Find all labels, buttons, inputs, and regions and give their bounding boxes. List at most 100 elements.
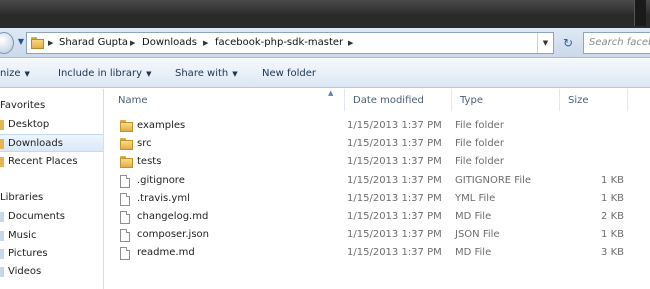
nav-item-label: Recent Places: [8, 156, 78, 167]
window-title-bar: [0, 0, 650, 28]
breadcrumb-chevron-icon[interactable]: ▶: [348, 33, 353, 53]
organize-label: nize: [0, 68, 21, 79]
file-type: File folder: [455, 138, 504, 150]
list-item[interactable]: readme.md 1/15/2013 1:37 PM MD File 3 KB: [108, 244, 628, 262]
nav-item-pictures[interactable]: Pictures: [0, 245, 103, 263]
list-item[interactable]: changelog.md 1/15/2013 1:37 PM MD File 2 KB: [108, 208, 628, 226]
nav-item-music[interactable]: Music: [0, 227, 103, 245]
nav-item-desktop[interactable]: Desktop: [0, 116, 103, 134]
title-bar-gloss: [0, 0, 650, 14]
file-name: readme.md: [137, 247, 195, 259]
organize-button[interactable]: nize ▼: [0, 59, 30, 88]
recent-places-icon: [0, 157, 4, 167]
nav-item-label: Desktop: [8, 119, 50, 130]
breadcrumb-sharad-gupta[interactable]: Sharad Gupta: [59, 33, 128, 53]
file-icon: [120, 174, 130, 188]
file-date-modified: 1/15/2013 1:37 PM: [347, 192, 442, 204]
address-toolbar: ▼ ▶ Sharad Gupta ▶ Downloads ▶ facebook-…: [0, 28, 650, 58]
breadcrumb-chevron-icon[interactable]: ▶: [203, 33, 208, 53]
chevron-down-icon: ▼: [24, 70, 30, 78]
list-item[interactable]: examples 1/15/2013 1:37 PM File folder: [108, 117, 628, 135]
column-header-name[interactable]: Name: [110, 89, 345, 111]
column-header-date-modified[interactable]: Date modified: [345, 89, 452, 111]
search-placeholder: Search facebo: [589, 37, 650, 48]
list-item[interactable]: .travis.yml 1/15/2013 1:37 PM YML File 1 KB: [108, 190, 628, 208]
file-size: 1 KB: [601, 229, 624, 241]
file-size: 1 KB: [601, 174, 624, 186]
file-type: MD File: [455, 247, 492, 259]
list-right-margin: [628, 111, 650, 289]
share-with-button[interactable]: Share with ▼: [175, 59, 238, 88]
nav-favorites[interactable]: Favorites: [0, 97, 103, 115]
file-icon: [120, 247, 130, 261]
nav-item-label: Pictures: [8, 248, 48, 259]
list-item[interactable]: tests 1/15/2013 1:37 PM File folder: [108, 153, 628, 171]
list-item[interactable]: composer.json 1/15/2013 1:37 PM JSON File 1…: [108, 226, 628, 244]
recent-pages-dropdown-icon[interactable]: ▼: [16, 37, 26, 47]
nav-item-label: Downloads: [8, 138, 63, 149]
navigation-pane: Favorites Desktop Downloads Recent Place…: [0, 89, 104, 289]
file-type: GITIGNORE File: [455, 174, 532, 186]
address-bar[interactable]: ▶ Sharad Gupta ▶ Downloads ▶ facebook-ph…: [26, 32, 554, 54]
forward-button[interactable]: [0, 32, 14, 54]
desktop-icon: [0, 120, 4, 130]
file-name: composer.json: [137, 229, 210, 241]
documents-icon: [0, 212, 4, 222]
breadcrumb-facebook-php-sdk-master[interactable]: facebook-php-sdk-master: [215, 33, 343, 53]
include-in-library-button[interactable]: Include in library ▼: [58, 59, 151, 88]
file-date-modified: 1/15/2013 1:37 PM: [347, 138, 442, 150]
file-name: .gitignore: [137, 174, 185, 186]
column-header-size[interactable]: Size: [560, 89, 628, 111]
list-item[interactable]: .gitignore 1/15/2013 1:37 PM GITIGNORE Fil…: [108, 172, 628, 190]
breadcrumb-chevron-icon[interactable]: ▶: [48, 33, 53, 53]
folder-icon: [31, 37, 44, 49]
column-header-type[interactable]: Type: [452, 89, 560, 111]
caption-button[interactable]: [634, 0, 646, 26]
nav-item-downloads[interactable]: Downloads: [0, 134, 103, 152]
nav-item-label: Videos: [8, 266, 42, 277]
folder-icon: [120, 156, 133, 169]
file-name: changelog.md: [137, 211, 209, 222]
list-item[interactable]: src 1/15/2013 1:37 PM File folder: [108, 135, 628, 153]
file-type: File folder: [455, 120, 504, 131]
column-header-row: ▲ Name Date modified Type Size: [105, 89, 650, 111]
new-folder-button[interactable]: New folder: [262, 59, 316, 88]
nav-libraries-label: Libraries: [0, 192, 44, 203]
chevron-down-icon: ▼: [232, 70, 238, 78]
file-icon: [120, 229, 130, 243]
file-size: 1 KB: [601, 192, 624, 204]
file-name: .travis.yml: [137, 192, 190, 204]
file-date-modified: 1/15/2013 1:37 PM: [347, 120, 442, 131]
downloads-icon: [0, 139, 4, 149]
pictures-icon: [0, 249, 4, 259]
share-with-label: Share with: [175, 68, 229, 79]
include-in-library-label: Include in library: [58, 68, 143, 79]
refresh-icon[interactable]: ↻: [556, 32, 580, 54]
nav-item-recent-places[interactable]: Recent Places: [0, 153, 103, 171]
file-type: YML File: [455, 192, 496, 204]
search-input[interactable]: Search facebo: [583, 32, 650, 54]
address-history-dropdown-icon[interactable]: ▼: [537, 33, 553, 53]
chevron-down-icon: ▼: [146, 70, 152, 78]
nav-libraries[interactable]: Libraries: [0, 189, 103, 207]
nav-item-documents[interactable]: Documents: [0, 208, 103, 226]
file-icon: [120, 192, 130, 206]
breadcrumb-chevron-icon[interactable]: ▶: [130, 33, 135, 53]
file-date-modified: 1/15/2013 1:37 PM: [347, 211, 442, 222]
file-name: tests: [137, 156, 162, 168]
videos-icon: [0, 267, 4, 277]
folder-icon: [120, 138, 133, 151]
file-date-modified: 1/15/2013 1:37 PM: [347, 174, 442, 186]
nav-item-label: Documents: [8, 211, 66, 222]
file-type: File folder: [455, 156, 504, 168]
file-name: examples: [137, 120, 186, 131]
music-icon: [0, 231, 4, 241]
file-size: 3 KB: [601, 247, 624, 259]
file-type: JSON File: [455, 229, 500, 241]
folder-icon: [120, 120, 133, 132]
nav-item-videos[interactable]: Videos: [0, 263, 103, 281]
breadcrumb-downloads[interactable]: Downloads: [142, 33, 197, 53]
command-bar: nize ▼ Include in library ▼ Share with ▼ Ne…: [0, 59, 650, 88]
file-icon: [120, 211, 130, 224]
nav-item-label: Music: [8, 230, 37, 241]
